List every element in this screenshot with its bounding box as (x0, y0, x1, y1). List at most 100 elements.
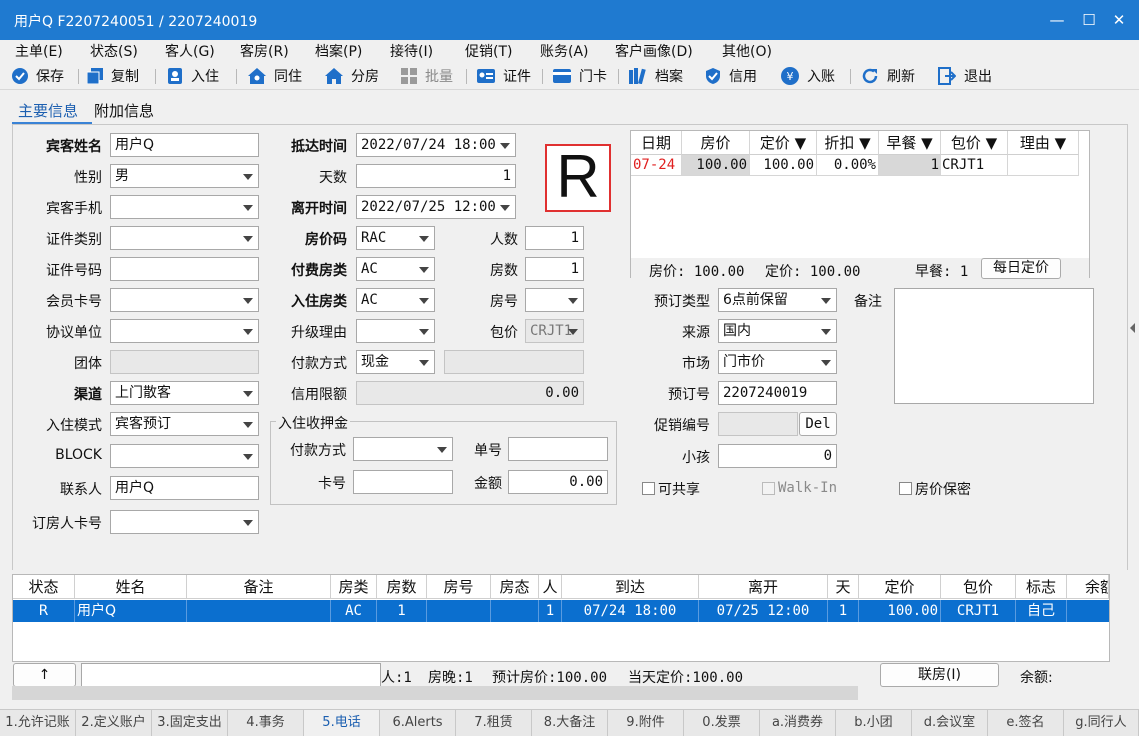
booking-no-field[interactable]: 2207240019 (718, 381, 837, 405)
tab-signature[interactable]: e.签名 (988, 710, 1064, 736)
menu-archive[interactable]: 档案(P) (315, 41, 362, 61)
upgrade-reason-select[interactable] (356, 319, 435, 343)
grid-header-discount[interactable]: 折扣 ▼ (817, 131, 879, 155)
menu-profile[interactable]: 客户画像(D) (615, 41, 693, 61)
list-header-days[interactable]: 天 (828, 575, 859, 599)
refresh-button[interactable]: 刷新 (861, 65, 915, 87)
tab-affairs[interactable]: 4.事务 (228, 710, 304, 736)
certificate-button[interactable]: 证件 (477, 65, 531, 87)
tab-meeting-room[interactable]: d.会议室 (912, 710, 988, 736)
tab-main-info[interactable]: 主要信息 (18, 100, 78, 121)
promo-delete-button[interactable]: Del (799, 412, 837, 436)
agreement-unit-select[interactable] (110, 319, 259, 343)
quick-search-field[interactable] (81, 663, 381, 687)
booker-card-select[interactable] (110, 510, 259, 534)
arrival-time-select[interactable]: 2022/07/24 18:00 (356, 133, 516, 157)
grid-cell-breakfast[interactable]: 1 (879, 155, 941, 176)
rate-secret-checkbox[interactable] (899, 482, 912, 495)
pay-method-select[interactable]: 现金 (356, 350, 435, 374)
source-select[interactable]: 国内 (718, 319, 837, 343)
id-type-select[interactable] (110, 226, 259, 250)
menu-accounts[interactable]: 账务(A) (540, 41, 589, 61)
maximize-button[interactable]: ☐ (1075, 6, 1103, 34)
persons-field[interactable]: 1 (525, 226, 584, 250)
menu-status[interactable]: 状态(S) (90, 41, 138, 61)
deposit-card-field[interactable] (353, 470, 453, 494)
grid-header-set-price[interactable]: 定价 ▼ (750, 131, 817, 155)
gender-select[interactable]: 男 (110, 164, 259, 188)
tab-attachment[interactable]: 9.附件 (608, 710, 684, 736)
save-button[interactable]: 保存 (12, 65, 64, 87)
id-number-field[interactable] (110, 257, 259, 281)
list-header-balance[interactable]: 余额 (1067, 575, 1109, 599)
close-button[interactable]: ✕ (1105, 6, 1133, 34)
child-field[interactable]: 0 (718, 444, 837, 468)
archive-button[interactable]: 档案 (629, 65, 683, 87)
checkin-mode-select[interactable]: 宾客预订 (110, 412, 259, 436)
tab-voucher[interactable]: a.消费券 (760, 710, 836, 736)
menu-guest[interactable]: 客人(G) (165, 41, 215, 61)
list-header-arrive[interactable]: 到达 (562, 575, 699, 599)
pay-room-type-select[interactable]: AC (356, 257, 435, 281)
grid-header-package[interactable]: 包价 ▼ (941, 131, 1008, 155)
splitter-arrow-icon[interactable] (1130, 323, 1135, 333)
market-select[interactable]: 门市价 (718, 350, 837, 374)
grid-cell-package[interactable]: CRJT1 (941, 155, 1008, 176)
menu-reception[interactable]: 接待(I) (390, 41, 433, 61)
remark-textarea[interactable] (894, 288, 1094, 404)
list-header-price[interactable]: 定价 (859, 575, 941, 599)
rate-code-select[interactable]: RAC (356, 226, 435, 250)
member-card-select[interactable] (110, 288, 259, 312)
move-up-button[interactable]: ↑ (13, 663, 76, 687)
list-header-rooms[interactable]: 房数 (377, 575, 427, 599)
credit-button[interactable]: 信用 (705, 65, 757, 87)
exit-button[interactable]: 退出 (938, 65, 992, 87)
tab-big-remark[interactable]: 8.大备注 (532, 710, 608, 736)
grid-cell-date[interactable]: 07-24 (631, 155, 682, 176)
list-header-persons[interactable]: 人 (539, 575, 562, 599)
grid-cell-set-price[interactable]: 100.00 (750, 155, 817, 176)
list-header-name[interactable]: 姓名 (75, 575, 187, 599)
grid-header-price[interactable]: 房价 (682, 131, 750, 155)
menu-other[interactable]: 其他(O) (722, 41, 772, 61)
channel-select[interactable]: 上门散客 (110, 381, 259, 405)
tab-invoice[interactable]: 0.发票 (684, 710, 760, 736)
share-button[interactable]: 同住 (248, 65, 302, 87)
list-header-room-type[interactable]: 房类 (331, 575, 377, 599)
grid-cell-discount[interactable]: 0.00% (817, 155, 879, 176)
tab-companion[interactable]: g.同行人 (1064, 710, 1139, 736)
block-select[interactable] (110, 444, 259, 468)
rooms-field[interactable]: 1 (525, 257, 584, 281)
menu-promo[interactable]: 促销(T) (465, 41, 512, 61)
daily-rate-button[interactable]: 每日定价 (981, 258, 1061, 279)
batch-button[interactable]: 批量 (401, 65, 453, 87)
list-header-room-state[interactable]: 房态 (491, 575, 539, 599)
tab-define-account[interactable]: 2.定义账户 (76, 710, 152, 736)
tab-fixed-expense[interactable]: 3.固定支出 (152, 710, 228, 736)
list-header-room-no[interactable]: 房号 (427, 575, 491, 599)
deposit-pay-select[interactable] (353, 437, 453, 461)
list-header-remark[interactable]: 备注 (187, 575, 331, 599)
tab-alerts[interactable]: 6.Alerts (380, 710, 456, 736)
list-header-flag[interactable]: 标志 (1016, 575, 1067, 599)
menu-main[interactable]: 主单(E) (15, 41, 63, 61)
tab-extra-info[interactable]: 附加信息 (94, 100, 154, 121)
tab-phone[interactable]: 5.电话 (304, 710, 380, 736)
tab-lease[interactable]: 7.租赁 (456, 710, 532, 736)
grid-cell-reason[interactable] (1008, 155, 1079, 176)
grid-header-date[interactable]: 日期 (631, 131, 682, 155)
shareable-checkbox[interactable] (642, 482, 655, 495)
grid-cell-price[interactable]: 100.00 (682, 155, 750, 176)
grid-header-breakfast[interactable]: 早餐 ▼ (879, 131, 941, 155)
deposit-amount-field[interactable]: 0.00 (508, 470, 608, 494)
copy-button[interactable]: 复制 (87, 65, 139, 87)
list-header-depart[interactable]: 离开 (699, 575, 828, 599)
room-number-select[interactable] (525, 288, 584, 312)
link-room-button[interactable]: 联房(I) (880, 663, 999, 687)
tab-small-group[interactable]: b.小团 (836, 710, 912, 736)
grid-header-reason[interactable]: 理由 ▼ (1008, 131, 1079, 155)
list-header-package[interactable]: 包价 (941, 575, 1016, 599)
booking-type-select[interactable]: 6点前保留 (718, 288, 837, 312)
deposit-no-field[interactable] (508, 437, 608, 461)
horizontal-scrollbar[interactable] (12, 686, 858, 700)
